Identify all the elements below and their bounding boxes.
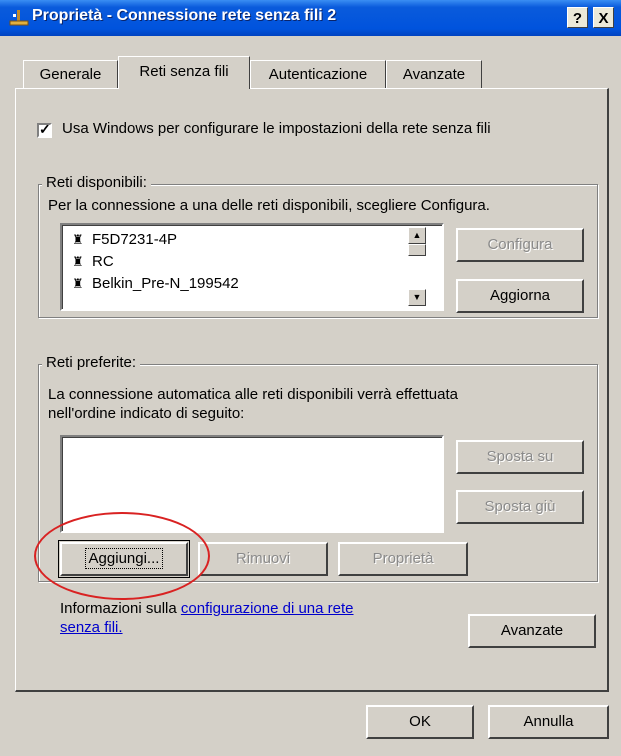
preferred-description-line2: nell'ordine indicato di seguito: [48,405,245,422]
tab-avanzate[interactable]: Avanzate [386,60,482,88]
available-networks-list[interactable]: ♜ F5D7231-4P ♜ RC ♜ Belkin_Pre-N_199542 ▲ ▼ [60,223,444,311]
advanced-button[interactable]: Avanzate [468,614,596,648]
configure-button[interactable]: Configura [456,228,584,262]
info-text-line2: senza fili. [60,619,123,636]
remove-button[interactable]: Rimuovi [198,542,328,576]
close-button[interactable]: X [593,7,614,28]
cancel-button[interactable]: Annulla [488,705,609,739]
tab-reti-senza-fili[interactable]: Reti senza fili [118,56,250,89]
info-text: Informazioni sulla configurazione di una… [60,600,354,617]
info-link[interactable]: configurazione di una rete [181,600,354,617]
scroll-up-arrow-icon[interactable]: ▲ [408,227,426,244]
ok-button[interactable]: OK [366,705,474,739]
available-networks-legend: Reti disponibili: [42,174,151,191]
use-windows-checkbox[interactable]: ✓ [37,121,52,138]
title-bar: Proprietà - Connessione rete senza fili … [0,0,621,36]
preferred-description-line1: La connessione automatica alle reti disp… [48,386,458,403]
antenna-icon: ♜ [72,276,84,291]
preferred-networks-list[interactable] [60,435,444,533]
help-button[interactable]: ? [567,7,588,28]
list-item[interactable]: ♜ F5D7231-4P [72,229,177,251]
scrollbar-thumb[interactable] [408,244,426,256]
check-mark-icon: ✓ [39,121,51,137]
available-networks-description: Per la connessione a una delle reti disp… [48,197,490,214]
move-down-button[interactable]: Sposta giù [456,490,584,524]
list-item[interactable]: ♜ Belkin_Pre-N_199542 [72,273,239,295]
preferred-networks-legend: Reti preferite: [42,354,141,371]
info-link-cont[interactable]: senza fili. [60,619,123,636]
window-title: Proprietà - Connessione rete senza fili … [32,7,337,24]
refresh-button[interactable]: Aggiorna [456,279,584,313]
network-connection-icon [9,10,29,26]
list-item[interactable]: ♜ RC [72,251,114,273]
antenna-icon: ♜ [72,232,84,247]
tab-generale[interactable]: Generale [23,60,118,88]
properties-button[interactable]: Proprietà [338,542,468,576]
antenna-icon: ♜ [72,254,84,269]
move-up-button[interactable]: Sposta su [456,440,584,474]
add-button[interactable]: Aggiungi... [58,540,190,578]
scroll-down-arrow-icon[interactable]: ▼ [408,289,426,306]
tab-autenticazione[interactable]: Autenticazione [250,60,386,88]
use-windows-label: Usa Windows per configurare le impostazi… [62,120,491,137]
